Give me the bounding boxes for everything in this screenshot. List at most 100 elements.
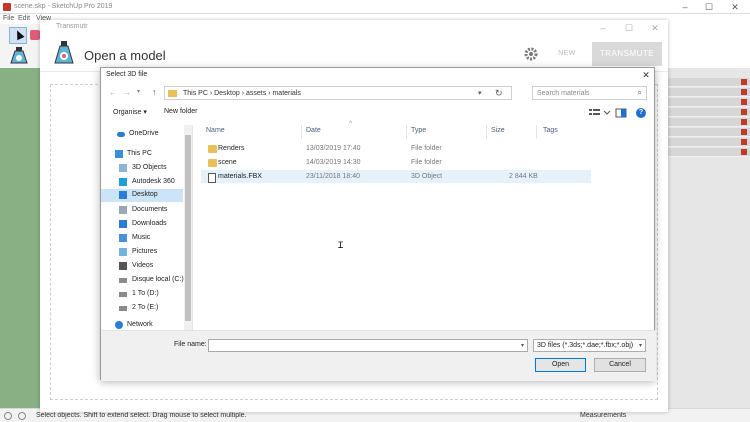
info-icon[interactable] (4, 412, 12, 420)
tray-row[interactable] (668, 118, 750, 127)
nav-item-label: Music (132, 234, 151, 241)
file-date: 14/03/2019 14:30 (306, 159, 361, 166)
nav-item-label: 1 To (D:) (132, 290, 159, 297)
column-header-size[interactable]: Size (491, 127, 505, 134)
nav-item-downloads[interactable]: Downloads (101, 218, 183, 231)
transmutr-logo-icon (54, 41, 74, 64)
tray-row[interactable] (668, 128, 750, 137)
preview-pane-icon[interactable] (615, 106, 627, 120)
maximize-icon[interactable]: ☐ (622, 22, 636, 34)
3d-objects-icon (119, 164, 127, 172)
column-header-tags[interactable]: Tags (543, 127, 558, 134)
dialog-close-icon[interactable]: ✕ (639, 69, 653, 81)
nav-item-autodesk-360[interactable]: Autodesk 360 (101, 176, 183, 189)
help-icon[interactable] (18, 412, 26, 420)
tray-close-icon[interactable] (741, 79, 747, 85)
nav-item-label: Pictures (132, 248, 158, 255)
file-name-chevron-icon[interactable]: ▾ (521, 342, 524, 349)
column-divider[interactable] (486, 125, 487, 139)
minimize-icon[interactable]: – (678, 1, 692, 13)
file-row[interactable]: scene 14/03/2019 14:30 File folder (201, 156, 591, 169)
tray-row[interactable] (668, 108, 750, 117)
nav-scrollbar-thumb[interactable] (185, 135, 191, 321)
nav-item-documents[interactable]: Documents (101, 204, 183, 217)
nav-item-this-pc[interactable]: This PC (101, 148, 183, 161)
nav-item-local-disk-c[interactable]: Disque local (C:) (101, 274, 184, 287)
change-view-icon[interactable] (587, 106, 611, 120)
pc-icon (115, 150, 123, 158)
close-icon[interactable]: ✕ (728, 1, 742, 13)
nav-item-label: Downloads (132, 220, 167, 227)
tray-row[interactable] (668, 138, 750, 147)
tray-row[interactable] (668, 78, 750, 87)
nav-item-label: 2 To (E:) (132, 304, 159, 311)
column-header-name[interactable]: Name (206, 127, 225, 134)
tray-close-icon[interactable] (741, 109, 747, 115)
column-divider[interactable] (301, 125, 302, 139)
column-header-date[interactable]: Date (306, 127, 321, 134)
tray-row[interactable] (668, 148, 750, 157)
sort-ascending-icon: ^ (349, 121, 352, 127)
nav-item-pictures[interactable]: Pictures (101, 246, 183, 259)
file-name-input[interactable] (208, 339, 528, 352)
address-bar[interactable]: This PC › Desktop › assets › materials ▾… (164, 86, 512, 100)
menu-item-file[interactable]: File (3, 15, 14, 22)
tray-row[interactable] (668, 98, 750, 107)
eraser-tool-icon[interactable] (30, 30, 40, 40)
refresh-icon[interactable]: ↻ (495, 88, 503, 99)
dialog-footer: File name: ▾ 3D files (*.3ds;*.dae;*.fbx… (101, 330, 656, 381)
transmute-button[interactable]: TRANSMUTE (592, 42, 662, 66)
status-text: Select objects. Shift to extend select. … (36, 412, 247, 419)
nav-item-3d-objects[interactable]: 3D Objects (101, 162, 183, 175)
nav-item-music[interactable]: Music (101, 232, 183, 245)
nav-item-label: Disque local (C:) (132, 276, 184, 283)
tray-close-icon[interactable] (741, 89, 747, 95)
forward-arrow-icon[interactable]: → (123, 88, 131, 97)
transmutr-toolbar-icon[interactable] (9, 46, 29, 66)
column-divider[interactable] (536, 125, 537, 139)
file-row[interactable]: materials.FBX 23/11/2018 18:40 3D Object… (201, 170, 591, 183)
nav-item-videos[interactable]: Videos (101, 260, 183, 273)
breadcrumb[interactable]: This PC › Desktop › assets › materials (183, 90, 301, 97)
folder-icon (168, 90, 177, 97)
file-type-filter[interactable]: 3D files (*.3ds;*.dae;*.fbx;*.obj) ▾ (533, 339, 646, 352)
nav-item-drive-e[interactable]: 2 To (E:) (101, 302, 183, 315)
nav-item-label: Videos (132, 262, 154, 269)
chevron-down-icon[interactable]: ▾ (478, 89, 482, 97)
open-button[interactable]: Open (535, 358, 586, 372)
nav-item-onedrive[interactable]: OneDrive (101, 128, 183, 141)
text-cursor-icon: Ɪ (338, 240, 344, 250)
tray-close-icon[interactable] (741, 129, 747, 135)
file-row[interactable]: Renders 13/03/2019 17:40 File folder (201, 142, 591, 155)
nav-item-network[interactable]: Network (101, 319, 183, 330)
menu-item-edit[interactable]: Edit (18, 15, 30, 22)
column-header-type[interactable]: Type (411, 127, 426, 134)
search-input[interactable]: Search materials ⌕ (532, 86, 647, 100)
file-date: 13/03/2019 17:40 (306, 145, 361, 152)
select-tool-icon[interactable] (9, 27, 27, 44)
close-icon[interactable]: ✕ (648, 22, 662, 34)
nav-scrollbar[interactable] (184, 125, 192, 330)
tray-row[interactable] (668, 88, 750, 97)
up-arrow-icon[interactable]: ↑ (152, 87, 157, 97)
help-icon[interactable]: ? (636, 108, 646, 118)
cancel-button[interactable]: Cancel (594, 358, 646, 372)
back-arrow-icon[interactable]: ← (109, 88, 117, 97)
tray-close-icon[interactable] (741, 99, 747, 105)
sketchup-default-tray (668, 68, 750, 408)
new-folder-button[interactable]: New folder (164, 108, 197, 115)
gear-icon[interactable] (524, 47, 538, 61)
new-button[interactable]: NEW (548, 44, 586, 64)
nav-item-desktop[interactable]: Desktop (101, 189, 183, 202)
organise-button[interactable]: Organise ▾ (113, 108, 147, 116)
page-title: Open a model (84, 48, 166, 63)
recent-locations-chevron-icon[interactable]: ▾ (137, 88, 140, 95)
tray-close-icon[interactable] (741, 119, 747, 125)
tray-close-icon[interactable] (741, 139, 747, 145)
nav-item-drive-d[interactable]: 1 To (D:) (101, 288, 183, 301)
column-divider[interactable] (406, 125, 407, 139)
tray-close-icon[interactable] (741, 149, 747, 155)
minimize-icon[interactable]: – (596, 22, 610, 34)
file-type-filter-value: 3D files (*.3ds;*.dae;*.fbx;*.obj) (537, 342, 634, 349)
maximize-icon[interactable]: ☐ (702, 1, 716, 13)
